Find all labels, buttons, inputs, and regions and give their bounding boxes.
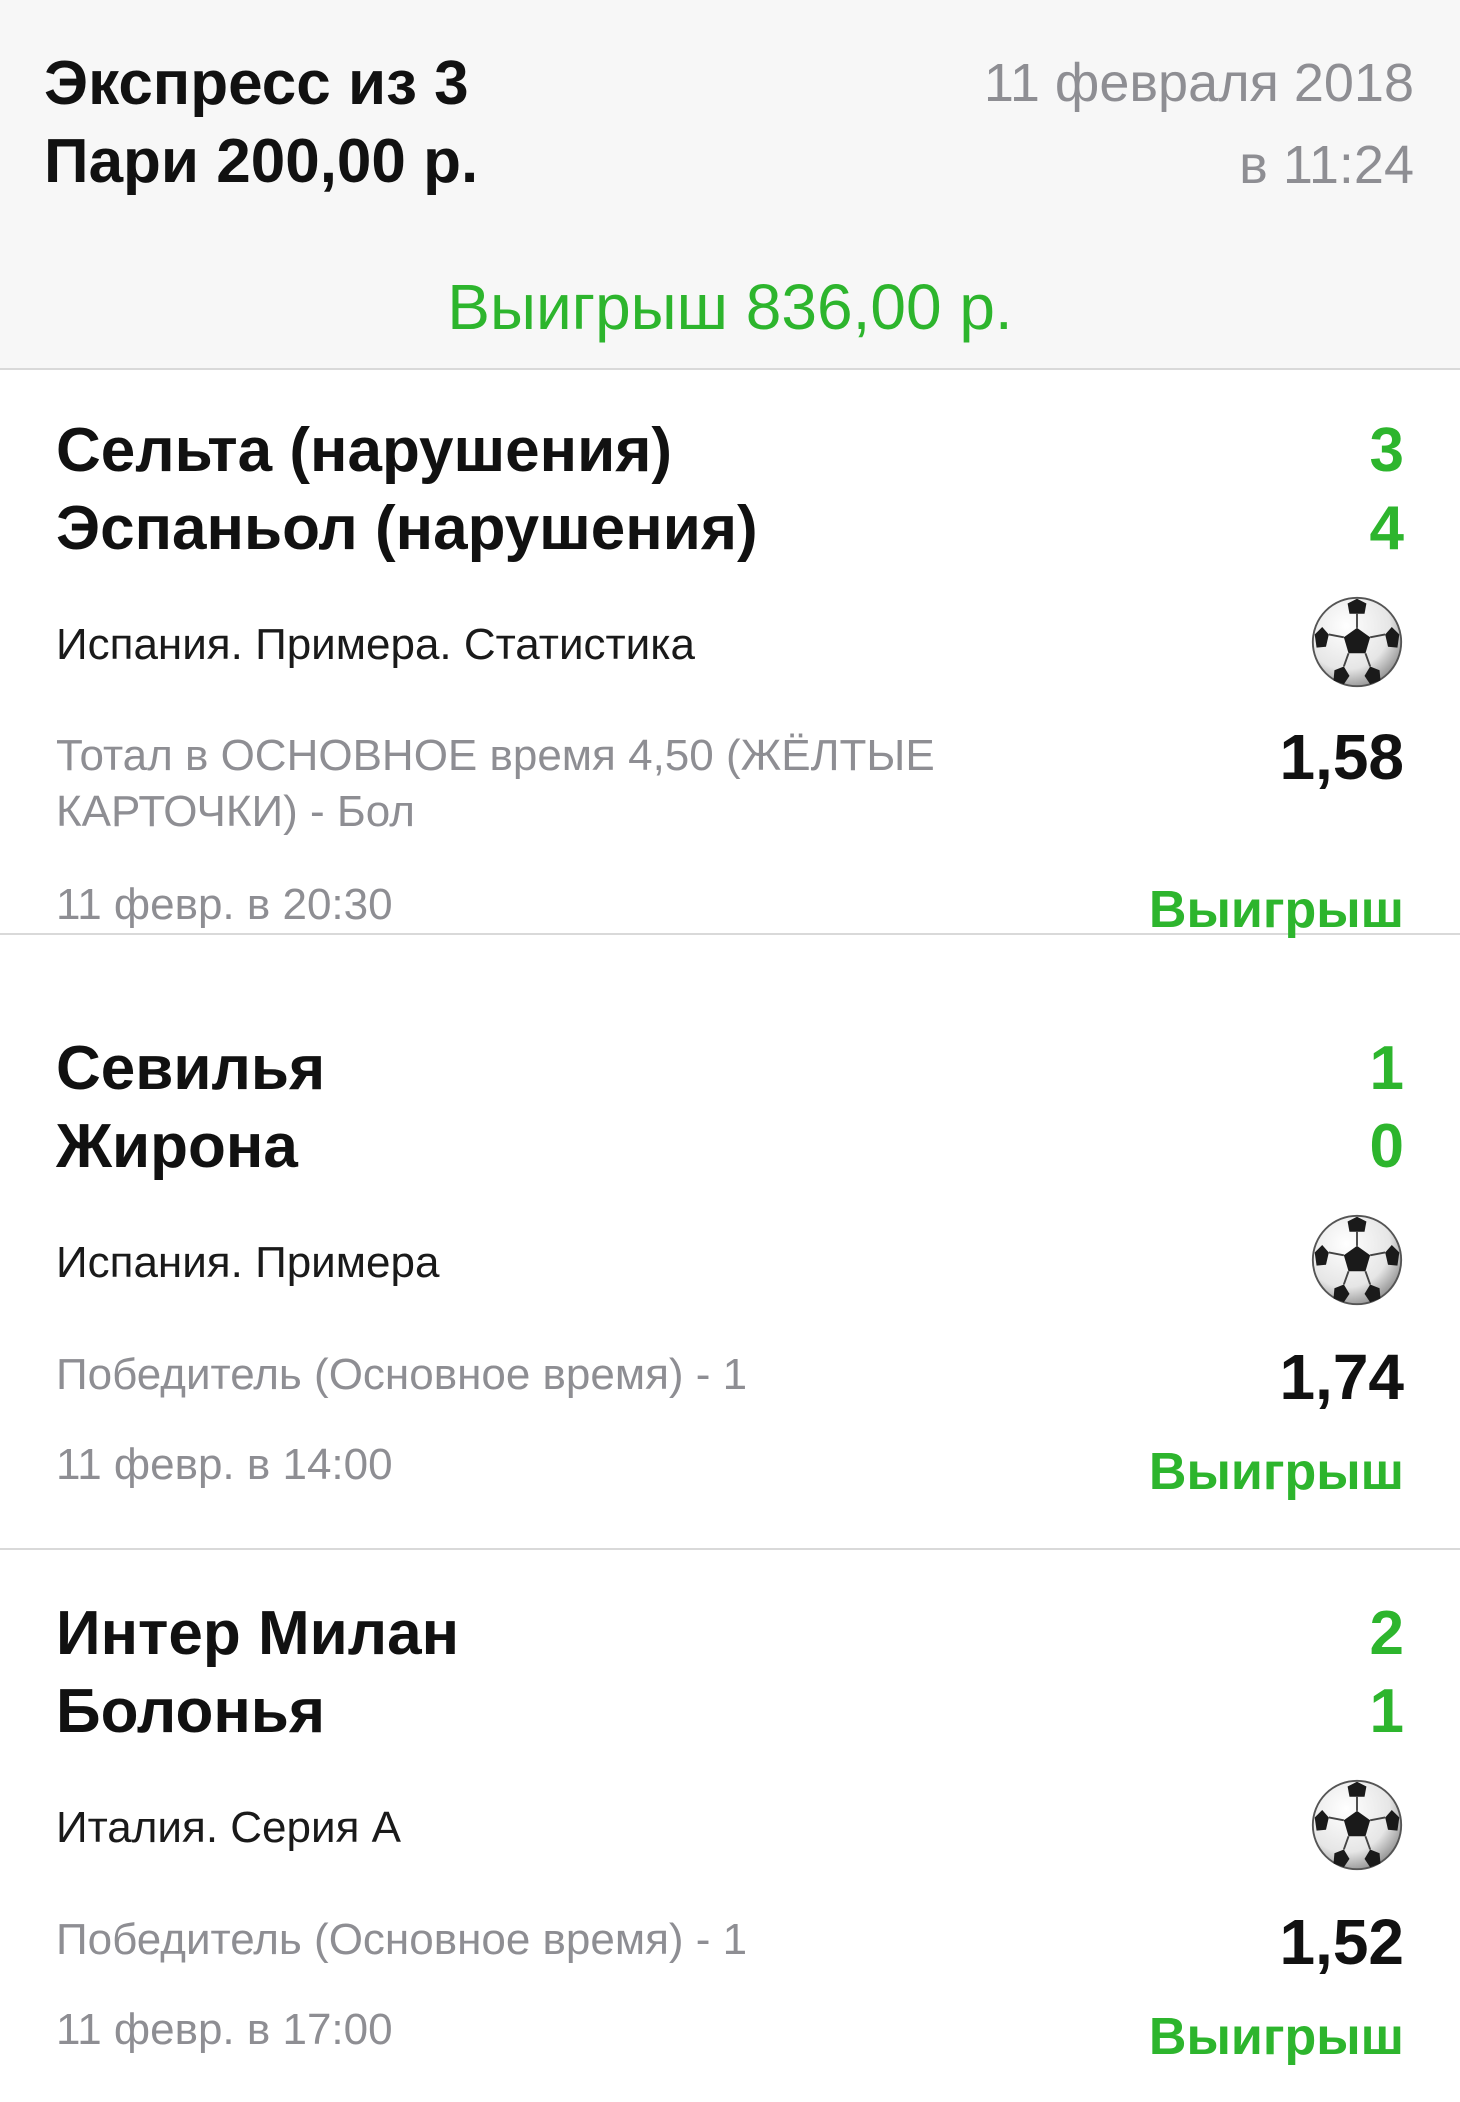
home-team-score: 1 [1369,1034,1404,1103]
away-team-name: Жирона [56,1112,298,1181]
bet-market: Тотал в ОСНОВНОЕ время 4,50 (ЖЁЛТЫЕ КАРТ… [56,731,935,836]
home-team-score: 3 [1369,416,1404,485]
bet-odds: 1,58 [1279,721,1404,793]
bet-date: 11 февраля 2018 [983,53,1414,113]
away-team-name: Эспаньол (нарушения) [56,494,758,563]
home-team-name: Сельта (нарушения) [56,416,673,485]
away-team-name: Болонья [56,1677,326,1746]
bet-event-card[interactable]: Интер Милан 2 Болонья 1 Италия. Серия А … [0,1550,1460,2102]
bet-market: Победитель (Основное время) - 1 [56,1350,748,1399]
soccer-ball-icon [1310,1778,1404,1872]
bet-status: Выигрыш [1148,1443,1404,1501]
bet-market: Победитель (Основное время) - 1 [56,1915,748,1964]
away-team-score: 4 [1369,494,1404,563]
bet-header: Экспресс из 3 Пари 200,00 р. 11 февраля … [0,0,1460,370]
event-time: 11 февр. в 20:30 [56,880,393,929]
bet-status: Выигрыш [1148,881,1404,939]
bet-type-title: Экспресс из 3 [44,49,469,118]
event-time: 11 февр. в 14:00 [56,1440,393,1489]
away-team-score: 1 [1369,1677,1404,1746]
league-name: Испания. Примера [56,1238,440,1287]
home-team-name: Севилья [56,1034,326,1103]
league-name: Италия. Серия А [56,1803,401,1852]
bet-odds: 1,52 [1279,1906,1404,1978]
bet-odds: 1,74 [1279,1341,1404,1413]
bet-time: в 11:24 [1239,135,1414,195]
home-team-name: Интер Милан [56,1599,460,1668]
event-time: 11 февр. в 17:00 [56,2005,393,2054]
away-team-score: 0 [1369,1112,1404,1181]
soccer-ball-icon [1310,1213,1404,1307]
total-winnings: Выигрыш 836,00 р. [447,271,1013,343]
league-name: Испания. Примера. Статистика [56,620,695,669]
bet-status: Выигрыш [1148,2008,1404,2066]
bet-event-card[interactable]: Сельта (нарушения) 3 Эспаньол (нарушения… [0,370,1460,939]
home-team-score: 2 [1369,1599,1404,1668]
soccer-ball-icon [1310,595,1404,689]
bet-event-card[interactable]: Севилья 1 Жирона 0 Испания. Примера Побе… [0,985,1460,1550]
stake-amount: Пари 200,00 р. [44,127,479,196]
